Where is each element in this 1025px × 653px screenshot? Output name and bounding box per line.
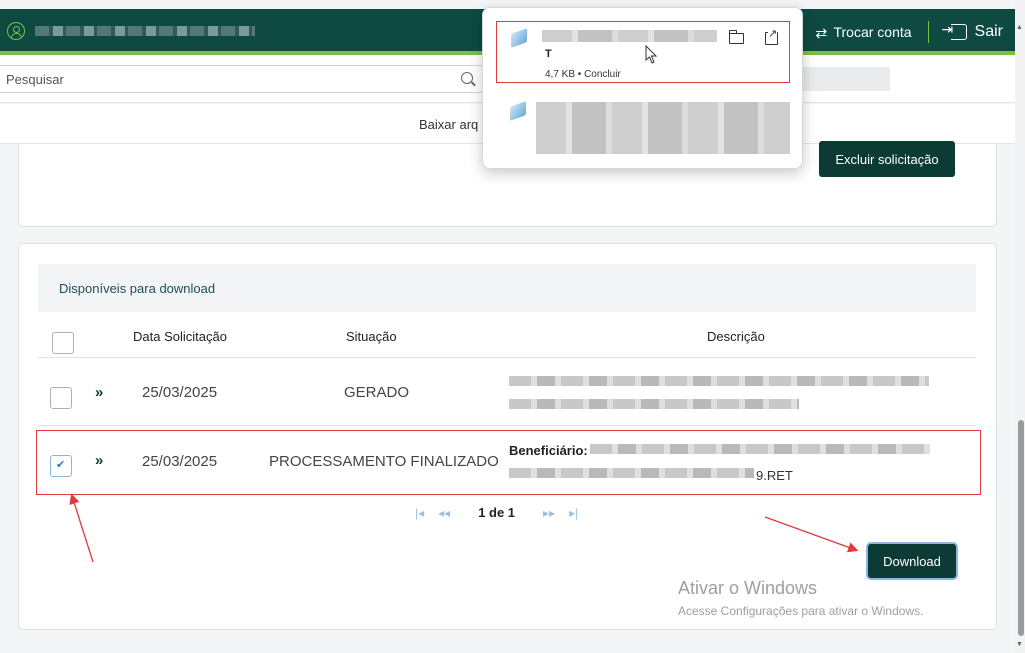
scroll-down-icon[interactable]: ▼ <box>1016 641 1023 648</box>
file-status: 4,7 KB • Concluir <box>545 69 621 80</box>
row-date: 25/03/2025 <box>142 453 218 470</box>
column-header-date: Data Solicitação <box>133 329 227 344</box>
delete-request-button[interactable]: Excluir solicitação <box>819 141 955 177</box>
file-icon <box>511 28 527 48</box>
page-scrollbar[interactable]: ▲ ▼ <box>1015 0 1025 653</box>
windows-activation-title: Ativar o Windows <box>678 578 818 598</box>
next-page-icon[interactable]: ▸▸ <box>543 506 555 520</box>
row-description-redacted <box>509 376 929 386</box>
header-divider-line <box>38 357 976 358</box>
redacted-chip <box>800 67 890 91</box>
row-description-redacted <box>509 468 754 478</box>
row-divider <box>38 425 976 426</box>
switch-account-icon: ⇄ <box>815 25 828 41</box>
file-name-redacted <box>542 30 717 42</box>
pagination: |◂ ◂◂ 1 de 1 ▸▸ ▸| <box>415 505 578 520</box>
header-divider <box>927 21 929 43</box>
file-icon <box>510 101 526 121</box>
row-description-label: Beneficiário: <box>509 443 588 458</box>
downloads-section-title: Disponíveis para download <box>59 281 216 296</box>
windows-activation-subtitle: Acesse Configurações para ativar o Windo… <box>678 604 924 618</box>
downloads-section-header: Disponíveis para download <box>38 264 976 312</box>
previous-page-icon[interactable]: ◂◂ <box>438 506 450 520</box>
expand-chevron-icon[interactable]: » <box>95 384 103 401</box>
first-page-icon[interactable]: |◂ <box>415 506 424 520</box>
file-details-redacted <box>536 102 790 154</box>
search-box <box>0 65 484 93</box>
row-status: GERADO <box>344 384 410 401</box>
row-status: PROCESSAMENTO FINALIZADO <box>269 453 499 470</box>
downloads-popup: T 4,7 KB • Concluir <box>482 7 803 169</box>
app-window: ⇄ Trocar conta Sair Baixar arq Excluir s… <box>0 0 1025 653</box>
row-description-redacted <box>509 399 799 409</box>
switch-account-label: Trocar conta <box>833 24 912 40</box>
row-checkbox-checked[interactable] <box>50 455 72 477</box>
file-name: T <box>545 48 552 60</box>
download-files-link[interactable]: Baixar arq <box>419 117 478 132</box>
expand-chevron-icon[interactable]: » <box>95 452 103 469</box>
column-header-description: Descrição <box>707 329 765 344</box>
mouse-cursor-icon <box>645 45 658 64</box>
logout-button[interactable]: Sair <box>942 21 1003 41</box>
row-checkbox[interactable] <box>50 387 72 409</box>
header-actions: ⇄ Trocar conta Sair <box>815 9 1003 55</box>
user-icon[interactable] <box>7 22 25 40</box>
column-header-status: Situação <box>346 329 397 344</box>
last-page-icon[interactable]: ▸| <box>569 506 578 520</box>
logout-label: Sair <box>974 23 1003 40</box>
scrollbar-thumb[interactable] <box>1018 420 1024 636</box>
user-name-redacted <box>35 26 255 36</box>
select-all-checkbox[interactable] <box>52 332 74 354</box>
download-item[interactable] <box>496 98 790 154</box>
download-item[interactable]: T 4,7 KB • Concluir <box>496 21 790 83</box>
search-input[interactable] <box>0 66 440 92</box>
search-icon[interactable] <box>461 72 473 84</box>
page-indicator: 1 de 1 <box>478 505 516 520</box>
download-button[interactable]: Download <box>868 544 956 578</box>
scroll-up-icon[interactable]: ▲ <box>1016 24 1023 31</box>
row-description-redacted <box>590 444 930 454</box>
open-file-icon[interactable] <box>765 28 778 45</box>
switch-account-button[interactable]: ⇄ Trocar conta <box>815 24 927 41</box>
row-date: 25/03/2025 <box>142 384 218 401</box>
row-description-file-suffix: 9.RET <box>756 468 793 483</box>
logout-icon <box>942 21 967 40</box>
folder-icon[interactable] <box>728 30 744 44</box>
